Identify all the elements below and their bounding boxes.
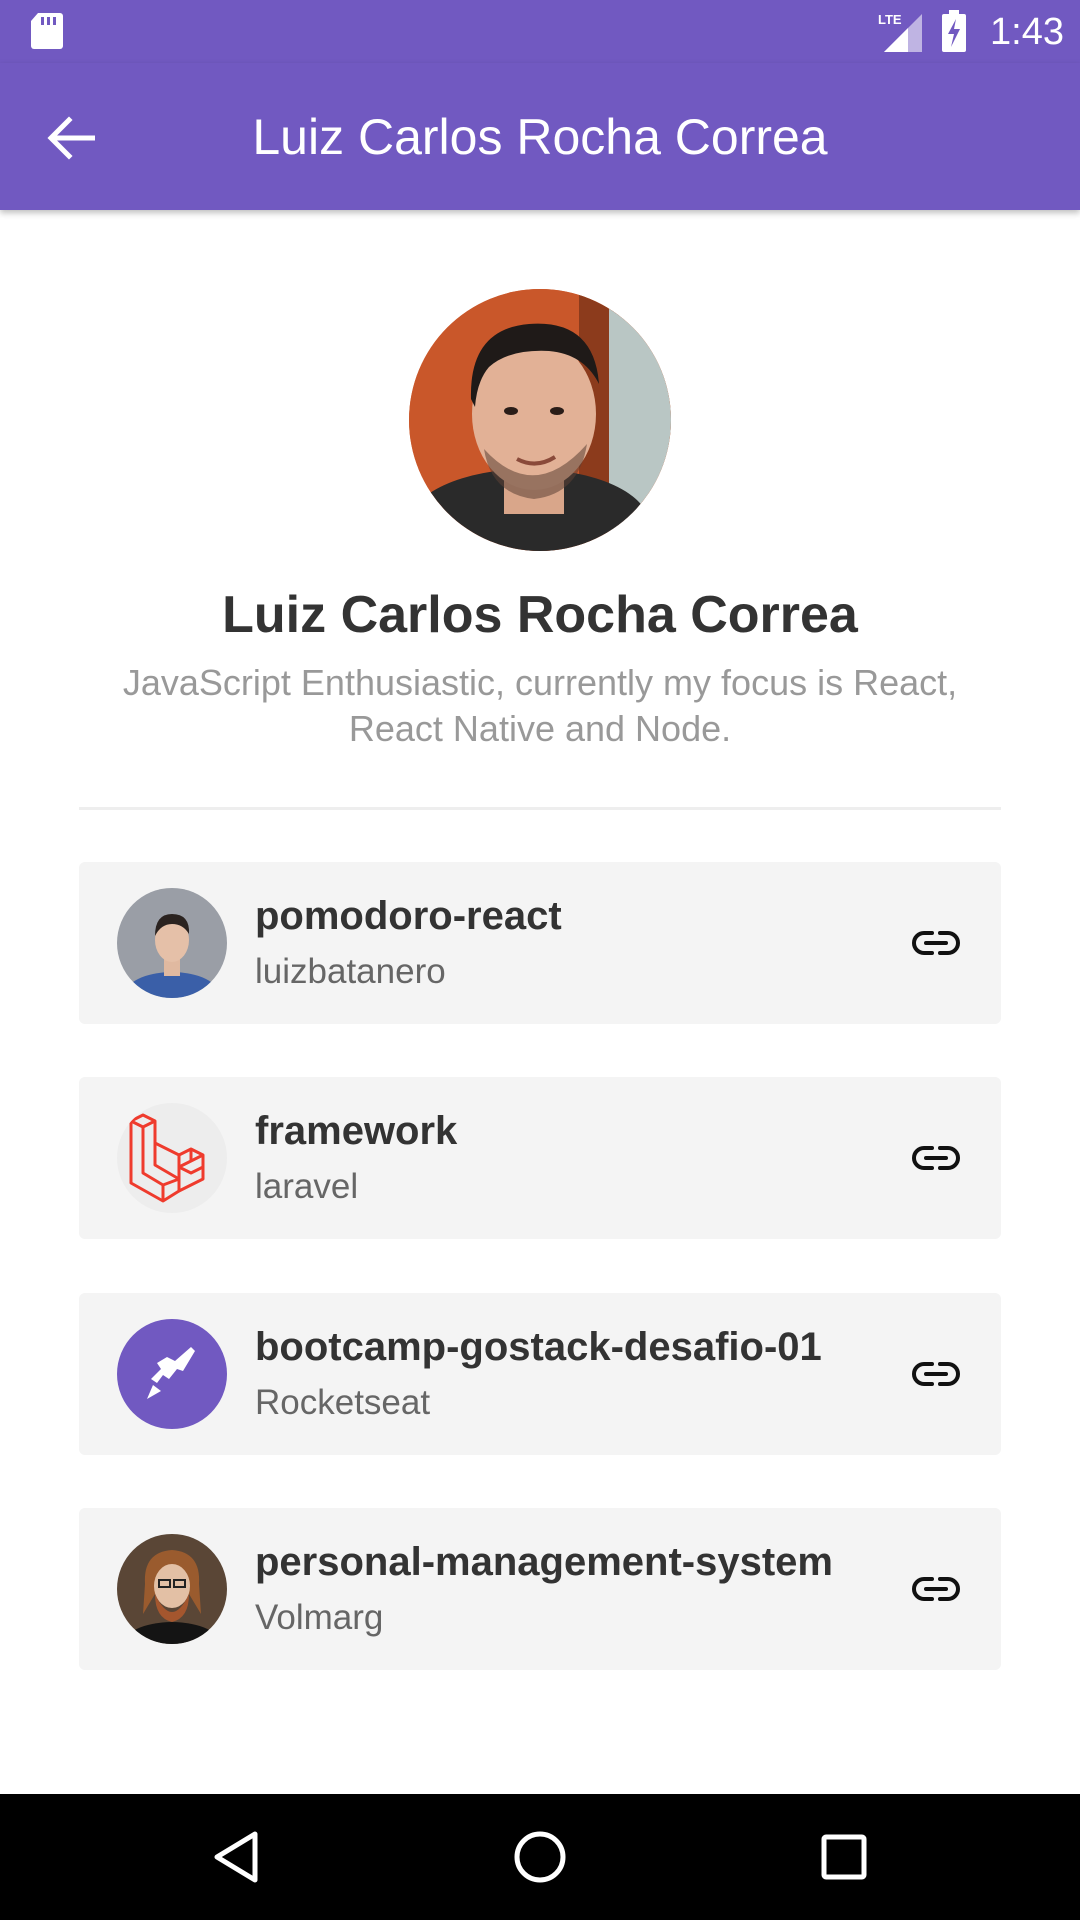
profile-avatar (409, 289, 671, 551)
status-time: 1:43 (990, 11, 1064, 53)
signal-icon: LTE (878, 12, 922, 52)
repo-owner: Volmarg (255, 1598, 384, 1637)
repo-card[interactable]: personal-management-system Volmarg (79, 1508, 1001, 1670)
repo-owner-avatar (117, 1103, 227, 1213)
sd-card-icon (31, 13, 63, 49)
owner-photo (117, 1534, 227, 1644)
nav-home-button[interactable] (500, 1817, 580, 1897)
back-triangle-icon (214, 1831, 258, 1883)
divider (79, 807, 1001, 810)
repo-title: personal-management-system (255, 1540, 833, 1584)
repo-owner: laravel (255, 1167, 359, 1206)
repo-title: pomodoro-react (255, 894, 562, 938)
repo-title: bootcamp-gostack-desafio-01 (255, 1325, 822, 1369)
nav-recents-button[interactable] (804, 1817, 884, 1897)
repo-owner-avatar (117, 1534, 227, 1644)
app-bar: Luiz Carlos Rocha Correa (0, 63, 1080, 210)
repo-title: framework (255, 1109, 458, 1153)
repo-card[interactable]: bootcamp-gostack-desafio-01 Rocketseat (79, 1293, 1001, 1455)
repo-owner-avatar (117, 1319, 227, 1429)
profile-bio: JavaScript Enthusiastic, currently my fo… (122, 662, 958, 749)
link-icon[interactable] (911, 920, 961, 966)
owner-photo (117, 888, 227, 998)
arrow-left-icon (47, 116, 95, 160)
link-icon[interactable] (911, 1351, 961, 1397)
status-bar: LTE 1:43 (0, 0, 1080, 63)
battery-charging-icon (942, 10, 966, 52)
repo-card[interactable]: pomodoro-react luizbatanero (79, 862, 1001, 1024)
repo-owner: luizbatanero (255, 952, 446, 991)
rocket-logo-icon (117, 1319, 227, 1429)
repo-owner: Rocketseat (255, 1383, 431, 1422)
link-icon[interactable] (911, 1566, 961, 1612)
home-circle-icon (514, 1831, 566, 1883)
recents-square-icon (821, 1834, 867, 1880)
profile-photo (409, 289, 671, 551)
screen: LTE 1:43 Luiz Carlos Rocha Correa Luiz C… (0, 0, 1080, 1920)
laravel-logo-icon (117, 1103, 227, 1213)
back-button[interactable] (36, 103, 106, 173)
network-type-label: LTE (878, 12, 902, 27)
repo-card[interactable]: framework laravel (79, 1077, 1001, 1239)
repo-owner-avatar (117, 888, 227, 998)
navigation-bar (0, 1794, 1080, 1920)
page-title: Luiz Carlos Rocha Correa (252, 109, 828, 165)
nav-back-button[interactable] (196, 1817, 276, 1897)
profile-name: Luiz Carlos Rocha Correa (222, 586, 858, 644)
link-icon[interactable] (911, 1135, 961, 1181)
